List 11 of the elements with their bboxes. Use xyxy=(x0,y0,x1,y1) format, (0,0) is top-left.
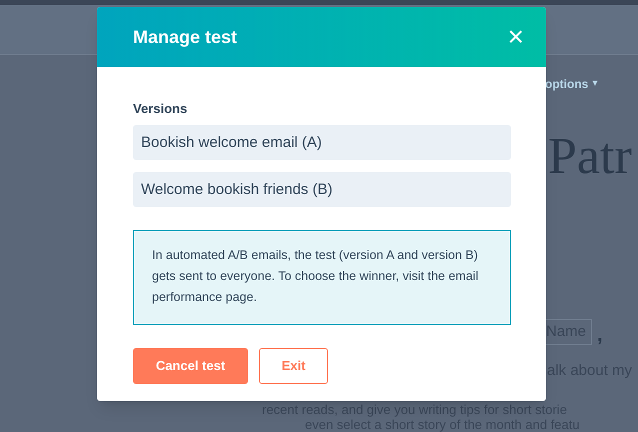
version-field[interactable]: Bookish welcome email (A) xyxy=(133,124,511,160)
caret-icon: ▾ xyxy=(592,76,598,91)
close-button[interactable]: × xyxy=(508,23,524,51)
exit-button[interactable]: Exit xyxy=(259,348,328,384)
modal-title: Manage test xyxy=(133,26,238,49)
versions-label: Versions xyxy=(133,100,188,118)
cancel-test-button[interactable]: Cancel test xyxy=(133,348,248,384)
info-notice: In automated A/B emails, the test (version A and version B) gets sent to everyone. To choose the winner, visit the email performance page. xyxy=(133,230,511,324)
version-field[interactable]: Welcome bookish friends (B) xyxy=(133,172,511,206)
options-link[interactable]: options xyxy=(545,74,588,92)
comma: , xyxy=(597,325,603,345)
